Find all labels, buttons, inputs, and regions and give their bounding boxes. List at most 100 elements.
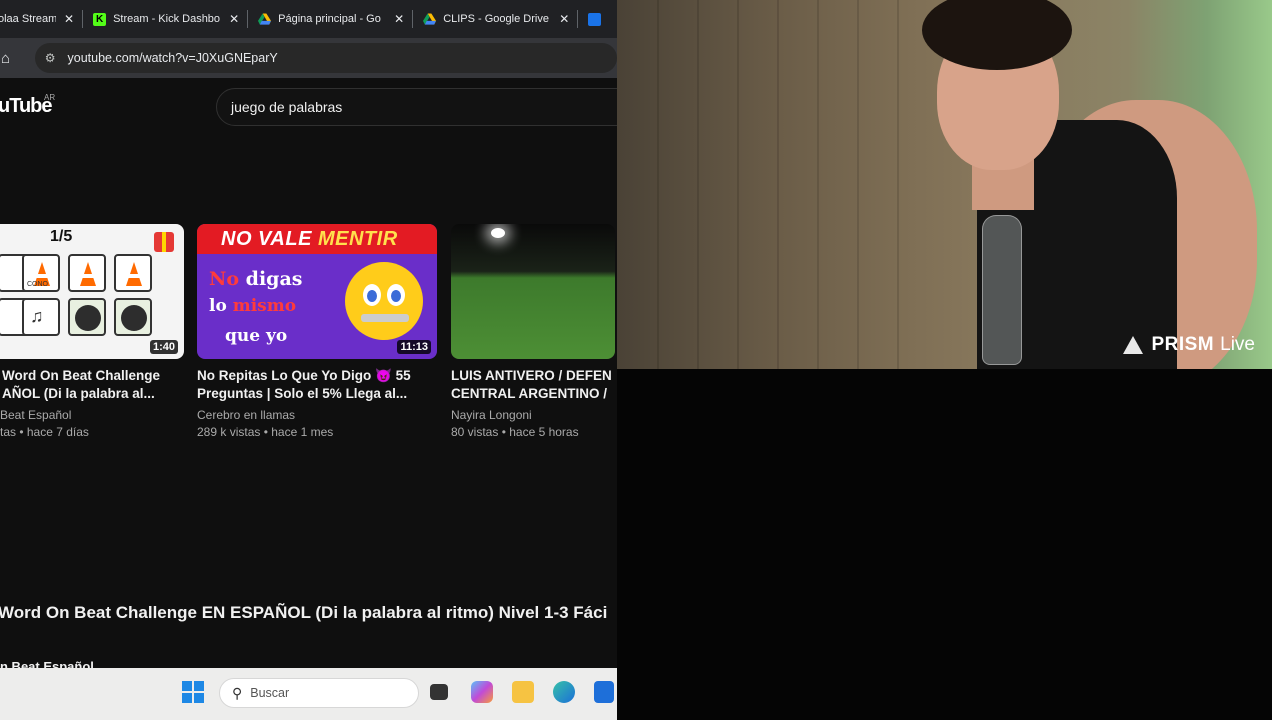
close-icon[interactable]: ✕: [394, 12, 404, 26]
video-meta: tas • hace 7 días: [0, 425, 89, 439]
video-title-line: LUIS ANTIVERO / DEFEN: [451, 368, 612, 383]
tab-stream[interactable]: olaa Stream ✕: [0, 0, 82, 38]
music-notes-icon: ♫: [30, 306, 44, 326]
prism-brand: PRISM: [1151, 334, 1215, 355]
country-code: AR: [44, 93, 56, 102]
video-title-line: No Repitas Lo Que Yo Digo 😈 55: [197, 368, 411, 383]
kick-favicon-icon: K: [93, 12, 107, 26]
address-bar-row: ⌂ ⚙ youtube.com/watch?v=J0XuGNEparY: [0, 38, 617, 78]
site-info-icon[interactable]: ⚙: [45, 51, 56, 65]
video-meta: 289 k vistas • hace 1 mes: [197, 425, 334, 439]
gorilla-icon: [75, 305, 101, 331]
drive-favicon-icon: [423, 12, 437, 25]
wall-slat: [737, 0, 739, 369]
task-view-icon[interactable]: [430, 684, 448, 700]
thumb-line: que yo: [225, 326, 288, 346]
video-title[interactable]: No Repitas Lo Que Yo Digo 😈 55 Preguntas…: [197, 367, 437, 403]
thumb-banner-b: MENTIR: [317, 228, 398, 250]
thumb-line: lo mismo: [209, 296, 297, 316]
tab-drive-home[interactable]: Página principal - Go ✕: [248, 0, 412, 38]
video-card[interactable]: NO VALE MENTIR No digas lo mismo que yo …: [197, 224, 437, 441]
thumb-cell: CONO: [22, 254, 60, 292]
tab-title: Página principal - Go: [278, 13, 381, 25]
gift-icon: [154, 232, 174, 252]
video-thumbnail[interactable]: [451, 224, 615, 359]
wall-slat: [817, 0, 819, 369]
video-title-line: Word On Beat Challenge: [2, 368, 161, 383]
thumb-banner-a: NO VALE: [221, 228, 312, 250]
current-video-title: Word On Beat Challenge EN ESPAÑOL (Di la…: [0, 603, 608, 622]
video-thumbnail[interactable]: 1/5 CONO ♫ 1:40: [0, 224, 184, 359]
thumb-cell: [68, 298, 106, 336]
video-card[interactable]: 1/5 CONO ♫ 1:40 Word On Beat Challenge A…: [0, 224, 184, 441]
zipper: [361, 314, 409, 322]
wall-slat: [897, 0, 899, 369]
close-icon[interactable]: ✕: [64, 12, 74, 26]
wall-slat: [857, 0, 859, 369]
video-meta: 80 vistas • hace 5 horas: [451, 425, 579, 439]
tab-partial[interactable]: [578, 0, 616, 38]
windows-start-icon[interactable]: [182, 681, 204, 703]
video-card[interactable]: LUIS ANTIVERO / DEFEN CENTRAL ARGENTINO …: [451, 224, 617, 441]
channel-name[interactable]: Nayira Longoni: [451, 407, 617, 423]
video-title[interactable]: Word On Beat Challenge AÑOL (Di la palab…: [0, 367, 184, 403]
zipper-mouth-emoji-icon: [345, 262, 423, 340]
youtube-header: uTube AR juego de palabras: [0, 78, 617, 142]
video-thumbnail[interactable]: NO VALE MENTIR No digas lo mismo que yo …: [197, 224, 437, 359]
wall-slat: [697, 0, 699, 369]
thumb-line: No digas: [209, 268, 303, 290]
taskbar-search[interactable]: ⚲ Buscar: [219, 678, 419, 708]
thumb-cell: [114, 298, 152, 336]
channel-name[interactable]: Beat Español: [0, 407, 184, 423]
thumb-banner: NO VALE MENTIR: [221, 228, 398, 251]
video-duration: 1:40: [149, 340, 178, 354]
prism-logo-icon: [1123, 336, 1144, 354]
video-duration: 11:13: [397, 340, 431, 354]
screen-capture: olaa Stream ✕ K Stream - Kick Dashbo ✕ P…: [0, 0, 617, 720]
close-icon[interactable]: ✕: [229, 12, 239, 26]
video-title-line: CENTRAL ARGENTINO /: [451, 386, 608, 401]
gorilla-icon: [121, 305, 147, 331]
search-icon: ⚲: [232, 684, 243, 701]
tab-title: CLIPS - Google Drive: [443, 13, 549, 25]
thumb-cell: [114, 254, 152, 292]
search-input[interactable]: juego de palabras: [216, 88, 617, 126]
thumb-cell: [68, 254, 106, 292]
store-icon[interactable]: [594, 681, 614, 703]
empty-overlay-area: [617, 369, 1272, 720]
channel-name[interactable]: Cerebro en llamas: [197, 407, 437, 423]
eye: [363, 284, 381, 306]
windows-taskbar: ⚲ Buscar: [0, 668, 617, 720]
wall-slat: [657, 0, 659, 369]
thumb-cell: ♫: [22, 298, 60, 336]
eye: [387, 284, 405, 306]
tab-title: olaa Stream: [0, 13, 56, 25]
wall-slat: [777, 0, 779, 369]
stadium-light: [491, 228, 505, 238]
tab-kick-dashboard[interactable]: K Stream - Kick Dashbo ✕: [83, 0, 247, 38]
close-icon[interactable]: ✕: [559, 12, 569, 26]
browser-tab-strip: olaa Stream ✕ K Stream - Kick Dashbo ✕ P…: [0, 0, 617, 38]
tab-favicon-icon: [588, 12, 602, 26]
thumb-label: CONO: [27, 281, 48, 288]
webcam-feed: PRISM Live: [617, 0, 1272, 369]
prism-live-watermark: PRISM Live: [1123, 334, 1255, 356]
edge-icon[interactable]: [553, 681, 575, 703]
address-bar[interactable]: ⚙ youtube.com/watch?v=J0XuGNEparY: [34, 43, 617, 73]
taskbar-search-placeholder: Buscar: [250, 686, 290, 700]
video-title-line: AÑOL (Di la palabra al...: [2, 386, 155, 401]
copilot-icon[interactable]: [471, 681, 493, 703]
home-icon[interactable]: ⌂: [1, 50, 19, 67]
prism-live-label: Live: [1220, 334, 1255, 355]
glass-bottle: [982, 215, 1022, 365]
url-text[interactable]: youtube.com/watch?v=J0XuGNEparY: [68, 51, 278, 65]
video-title-line: Preguntas | Solo el 5% Llega al...: [197, 386, 408, 401]
thumb-counter: 1/5: [50, 228, 73, 245]
tab-drive-clips[interactable]: CLIPS - Google Drive ✕: [413, 0, 577, 38]
tab-title: Stream - Kick Dashbo: [113, 13, 221, 25]
file-explorer-icon[interactable]: [512, 681, 534, 703]
drive-favicon-icon: [258, 12, 272, 25]
stream-layout: olaa Stream ✕ K Stream - Kick Dashbo ✕ P…: [0, 0, 1272, 720]
search-query[interactable]: juego de palabras: [231, 99, 342, 115]
video-title[interactable]: LUIS ANTIVERO / DEFEN CENTRAL ARGENTINO …: [451, 367, 617, 403]
